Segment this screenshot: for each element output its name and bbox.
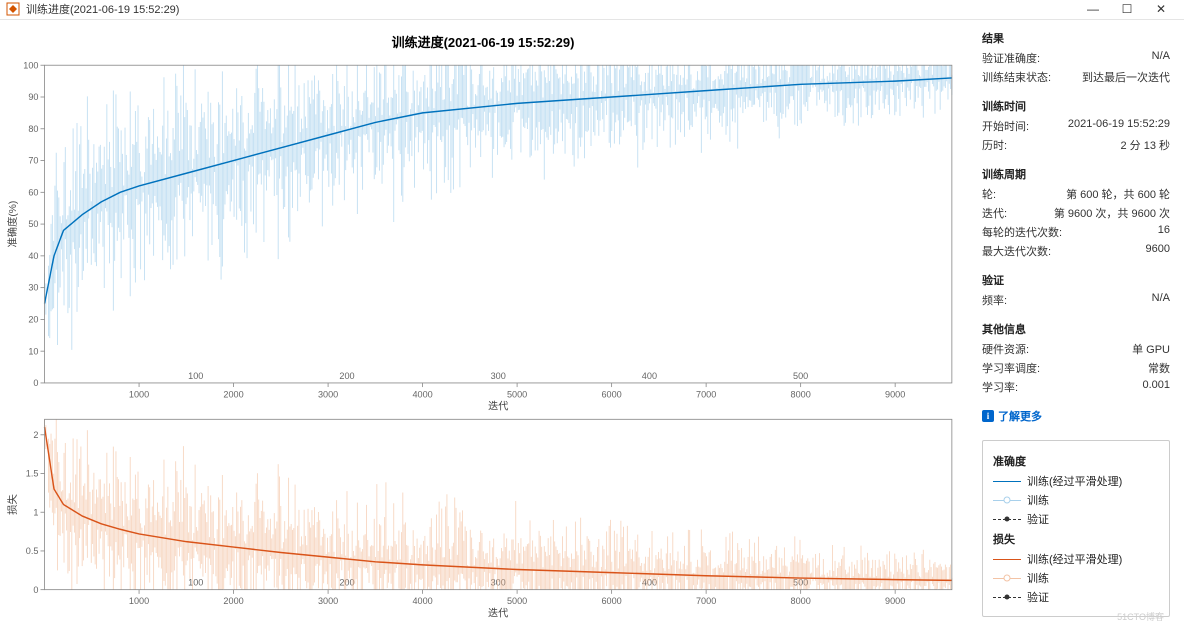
svg-text:9000: 9000	[885, 596, 905, 606]
svg-text:损失: 损失	[6, 494, 19, 515]
maximize-button[interactable]: ☐	[1110, 2, 1144, 16]
legend-swatch-accuracy-smooth	[993, 476, 1021, 486]
results-section: 结果 验证准确度:N/A 训练结束状态:到达最后一次迭代	[982, 30, 1170, 88]
accuracy-chart: 0 10 20 30 40 50 60 70 80 90 100 100 200 300 400 500 100…	[4, 57, 962, 412]
legend-swatch-loss-smooth	[993, 554, 1021, 564]
svg-text:60: 60	[28, 187, 38, 197]
validation-section: 验证 频率:N/A	[982, 272, 1170, 311]
svg-text:6000: 6000	[601, 596, 621, 606]
svg-text:1: 1	[33, 508, 38, 518]
svg-text:8000: 8000	[791, 596, 811, 606]
svg-text:5000: 5000	[507, 596, 527, 606]
svg-text:50: 50	[28, 219, 38, 229]
legend-swatch-accuracy-raw	[993, 495, 1021, 505]
loss-chart: 00.511.521002003004005001000200030004000…	[4, 411, 962, 619]
charts-panel: 训练进度(2021-06-19 15:52:29) 01020304050607…	[0, 20, 974, 627]
other-section: 其他信息 硬件资源:单 GPU 学习率调度:常数 学习率:0.001	[982, 321, 1170, 398]
svg-text:3000: 3000	[318, 596, 338, 606]
legend: 准确度 训练(经过平滑处理) 训练 验证 损失 训练(经过平滑处理) 训练 验证	[982, 440, 1170, 617]
svg-text:80: 80	[28, 123, 38, 133]
svg-text:7000: 7000	[696, 596, 716, 606]
svg-text:0: 0	[33, 585, 38, 595]
title-bar: 训练进度(2021-06-19 15:52:29) — ☐ ✕	[0, 0, 1184, 20]
svg-text:7000: 7000	[696, 389, 716, 399]
window-title: 训练进度(2021-06-19 15:52:29)	[26, 1, 179, 17]
legend-swatch-accuracy-val	[993, 514, 1021, 524]
svg-text:30: 30	[28, 282, 38, 292]
svg-text:8000: 8000	[791, 389, 811, 399]
info-icon: i	[982, 410, 994, 422]
svg-text:4000: 4000	[412, 596, 432, 606]
svg-text:100: 100	[188, 578, 203, 588]
legend-swatch-loss-val	[993, 592, 1021, 602]
schedule-section: 训练周期 轮:第 600 轮，共 600 轮 迭代:第 9600 次，共 960…	[982, 166, 1170, 262]
learn-more-link[interactable]: i 了解更多	[982, 408, 1042, 424]
svg-text:2000: 2000	[223, 596, 243, 606]
app-icon	[6, 2, 20, 16]
svg-text:5000: 5000	[507, 389, 527, 399]
svg-text:40: 40	[28, 250, 38, 260]
svg-text:10: 10	[28, 346, 38, 356]
svg-text:迭代: 迭代	[488, 400, 508, 411]
svg-text:500: 500	[793, 578, 808, 588]
svg-text:6000: 6000	[601, 389, 621, 399]
side-panel: 结果 验证准确度:N/A 训练结束状态:到达最后一次迭代 训练时间 开始时间:2…	[974, 20, 1184, 627]
legend-swatch-loss-raw	[993, 573, 1021, 583]
svg-text:迭代: 迭代	[488, 608, 508, 619]
svg-text:300: 300	[491, 578, 506, 588]
svg-text:200: 200	[339, 370, 354, 380]
svg-text:100: 100	[23, 60, 38, 70]
svg-text:20: 20	[28, 314, 38, 324]
svg-text:9000: 9000	[885, 389, 905, 399]
svg-text:4000: 4000	[412, 389, 432, 399]
svg-text:2: 2	[33, 430, 38, 440]
watermark: 51CTO博客	[1117, 610, 1164, 623]
svg-text:400: 400	[642, 370, 657, 380]
svg-text:300: 300	[491, 370, 506, 380]
svg-text:0.5: 0.5	[26, 546, 39, 556]
timing-section: 训练时间 开始时间:2021-06-19 15:52:29 历时:2 分 13 …	[982, 98, 1170, 156]
svg-text:70: 70	[28, 155, 38, 165]
svg-text:100: 100	[188, 370, 203, 380]
svg-text:0: 0	[33, 377, 38, 387]
minimize-button[interactable]: —	[1076, 2, 1110, 16]
close-button[interactable]: ✕	[1144, 2, 1178, 16]
chart-title: 训练进度(2021-06-19 15:52:29)	[4, 32, 962, 51]
svg-text:1.5: 1.5	[26, 469, 39, 479]
svg-text:准确度(%): 准确度(%)	[6, 200, 19, 247]
svg-text:3000: 3000	[318, 389, 338, 399]
svg-text:500: 500	[793, 370, 808, 380]
svg-text:1000: 1000	[129, 596, 149, 606]
svg-text:2000: 2000	[223, 389, 243, 399]
svg-text:1000: 1000	[129, 389, 149, 399]
svg-text:90: 90	[28, 92, 38, 102]
